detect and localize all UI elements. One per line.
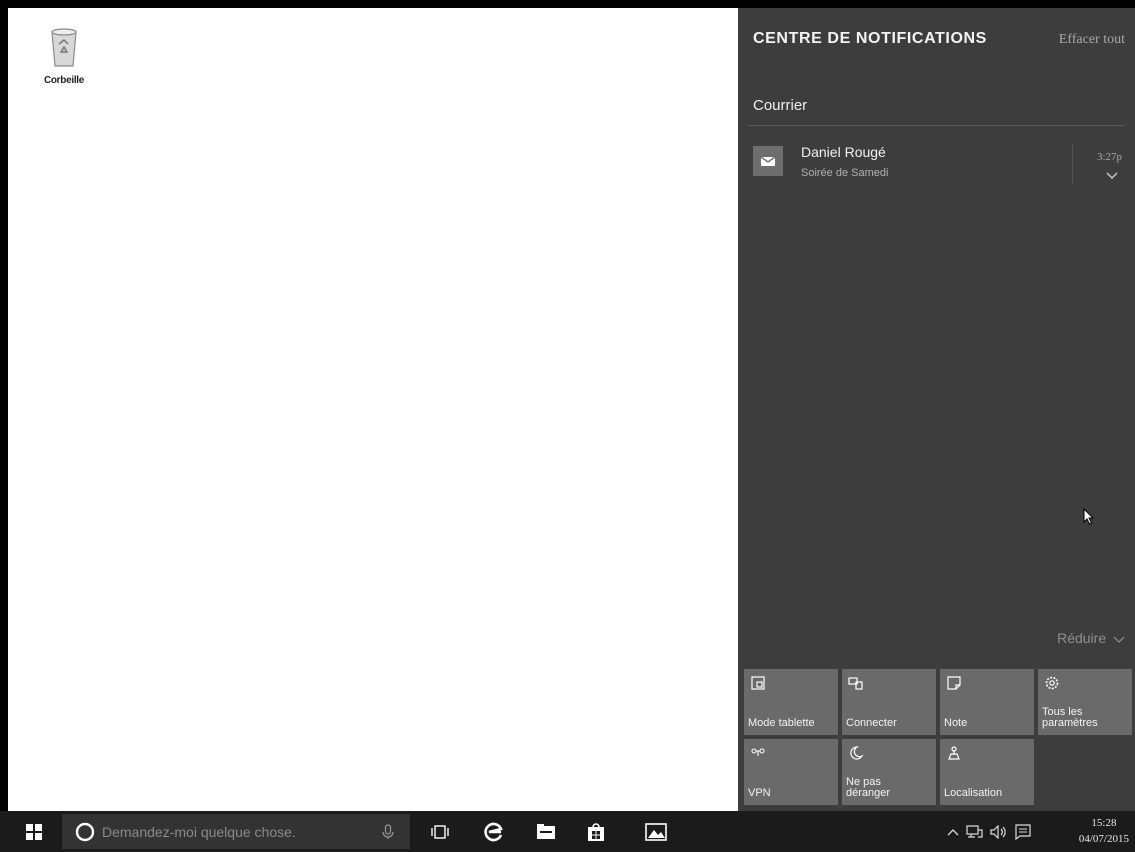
- desktop: Corbeille: [8, 8, 738, 811]
- tile-location[interactable]: Localisation: [940, 739, 1034, 805]
- notification-sender: Daniel Rougé: [801, 144, 886, 160]
- clock[interactable]: 15:28 04/07/2015: [1079, 815, 1129, 847]
- mail-app-icon: [753, 146, 783, 176]
- settings-gear-icon: [1045, 676, 1059, 690]
- tile-label: Connecter: [846, 717, 897, 729]
- notification-divider: [1072, 144, 1073, 184]
- panel-title: CENTRE DE NOTIFICATIONS: [753, 30, 987, 47]
- recycle-bin[interactable]: Corbeille: [34, 24, 94, 86]
- task-view-icon: [431, 824, 449, 839]
- mouse-cursor-icon: [1083, 508, 1095, 525]
- windows-logo-icon: [26, 823, 42, 840]
- tile-label-line2: paramètres: [1042, 717, 1098, 729]
- taskbar: Demandez-moi quelque chose. 15:28 04/07/…: [0, 811, 1135, 852]
- tile-label: Ne pas déranger: [846, 777, 890, 799]
- search-box[interactable]: Demandez-moi quelque chose.: [62, 814, 410, 849]
- tile-note[interactable]: Note: [940, 669, 1034, 735]
- volume-icon: [990, 824, 1006, 839]
- group-divider: [748, 125, 1125, 126]
- connect-icon: [848, 677, 863, 690]
- tile-tablet-mode[interactable]: Mode tablette: [744, 669, 838, 735]
- action-center-button[interactable]: [1012, 811, 1034, 852]
- cortana-icon: [75, 822, 95, 842]
- tile-vpn[interactable]: VPN: [744, 739, 838, 805]
- network-button[interactable]: [964, 811, 986, 852]
- chevron-down-icon: [1113, 636, 1125, 644]
- chevron-up-icon: [947, 828, 959, 835]
- task-view-button[interactable]: [422, 811, 458, 852]
- vpn-icon: [751, 748, 765, 756]
- collapse-label: Réduire: [1057, 630, 1107, 646]
- show-hidden-icons-button[interactable]: [944, 811, 962, 852]
- tile-label: Mode tablette: [748, 717, 815, 729]
- tile-label: Localisation: [944, 787, 1003, 799]
- tile-label: Note: [944, 717, 968, 729]
- network-icon: [966, 824, 983, 838]
- action-center-panel: CENTRE DE NOTIFICATIONS Effacer tout Cou…: [738, 8, 1135, 811]
- tile-do-not-disturb[interactable]: Ne pas déranger: [842, 739, 936, 805]
- notification-time: 3:27p: [1096, 151, 1122, 163]
- clock-time: 15:28: [1091, 817, 1117, 829]
- tile-connect[interactable]: Connecter: [842, 669, 936, 735]
- notification-item[interactable]: Daniel Rougé Soirée de Samedi 3:27p: [748, 134, 1125, 188]
- recycle-bin-label: Corbeille: [43, 75, 85, 86]
- file-explorer-button[interactable]: [528, 811, 564, 852]
- file-explorer-icon: [537, 823, 555, 839]
- tile-label: VPN: [748, 787, 771, 799]
- tablet-mode-icon: [751, 676, 765, 690]
- clear-all-button[interactable]: Effacer tout: [1059, 32, 1125, 48]
- notification-subject: Soirée de Samedi: [801, 167, 889, 179]
- photos-icon: [645, 822, 667, 841]
- edge-button[interactable]: [476, 811, 512, 852]
- location-icon: [948, 746, 960, 760]
- store-icon: [588, 822, 604, 841]
- collapse-button[interactable]: Réduire: [1057, 630, 1125, 646]
- microphone-icon[interactable]: [382, 824, 394, 840]
- clock-date: 04/07/2015: [1078, 833, 1129, 845]
- volume-button[interactable]: [988, 811, 1010, 852]
- edge-icon: [484, 822, 503, 841]
- moon-icon: [850, 746, 864, 760]
- notification-group-title[interactable]: Courrier: [753, 97, 807, 114]
- store-button[interactable]: [578, 811, 614, 852]
- expand-chevron-icon[interactable]: [1105, 170, 1119, 180]
- photos-button[interactable]: [638, 811, 674, 852]
- tile-label: Tous les paramètres: [1042, 707, 1098, 729]
- tile-all-settings[interactable]: Tous les paramètres: [1038, 669, 1132, 735]
- note-icon: [947, 676, 961, 690]
- tile-label-line2: déranger: [846, 787, 891, 799]
- action-center-icon: [1015, 823, 1031, 840]
- recycle-bin-icon: [51, 28, 77, 67]
- search-placeholder: Demandez-moi quelque chose.: [102, 824, 296, 840]
- start-button[interactable]: [14, 811, 54, 852]
